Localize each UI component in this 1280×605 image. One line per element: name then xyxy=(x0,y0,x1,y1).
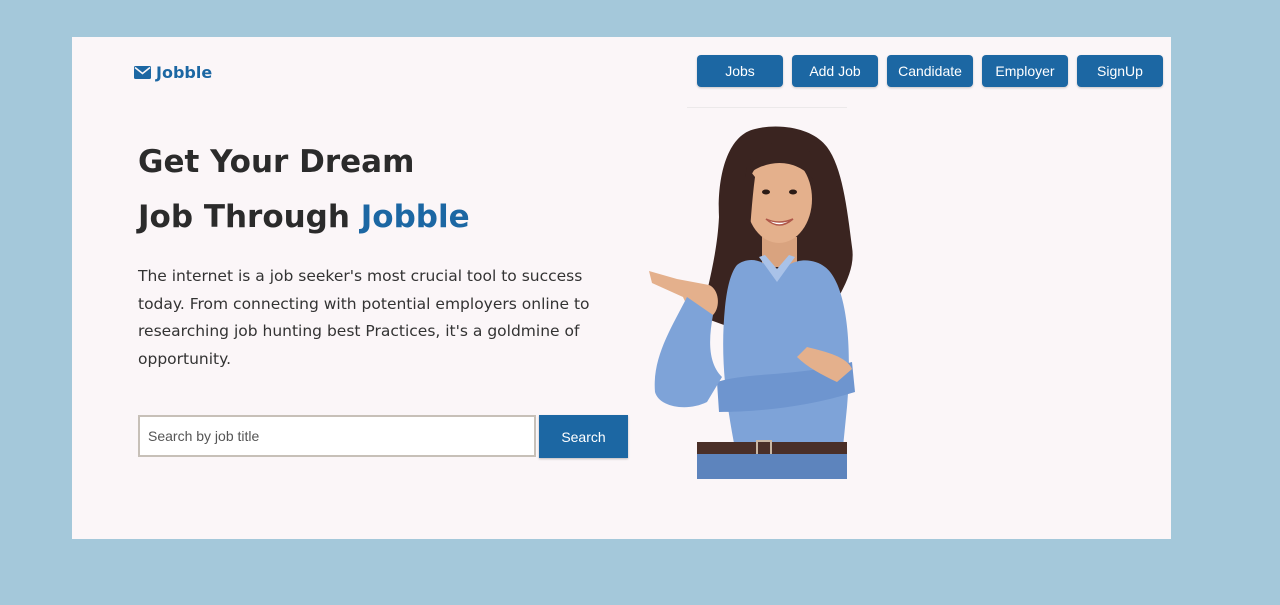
headline-accent: Jobble xyxy=(360,199,470,235)
nav-candidate-button[interactable]: Candidate xyxy=(887,55,973,87)
nav-jobs-button[interactable]: Jobs xyxy=(697,55,783,87)
headline-line1: Get Your Dream xyxy=(138,144,415,180)
hero-woman-image xyxy=(649,107,855,479)
search-input[interactable] xyxy=(138,415,536,457)
brand-logo[interactable]: Jobble xyxy=(134,63,212,82)
nav-add-job-button[interactable]: Add Job xyxy=(792,55,878,87)
search-button[interactable]: Search xyxy=(539,415,628,458)
top-nav: Jobs Add Job Candidate Employer SignUp xyxy=(697,55,1163,87)
job-search-form: Search xyxy=(138,415,628,458)
envelope-icon xyxy=(134,66,151,79)
headline-line2: Job Through xyxy=(138,199,361,235)
nav-employer-button[interactable]: Employer xyxy=(982,55,1068,87)
hero-card: Jobble Jobs Add Job Candidate Employer S… xyxy=(72,37,1171,539)
brand-name: Jobble xyxy=(156,63,213,82)
nav-signup-button[interactable]: SignUp xyxy=(1077,55,1163,87)
hero-description: The internet is a job seeker's most cruc… xyxy=(138,267,590,368)
hero-headline: Get Your Dream Job Through Jobble xyxy=(138,135,470,245)
